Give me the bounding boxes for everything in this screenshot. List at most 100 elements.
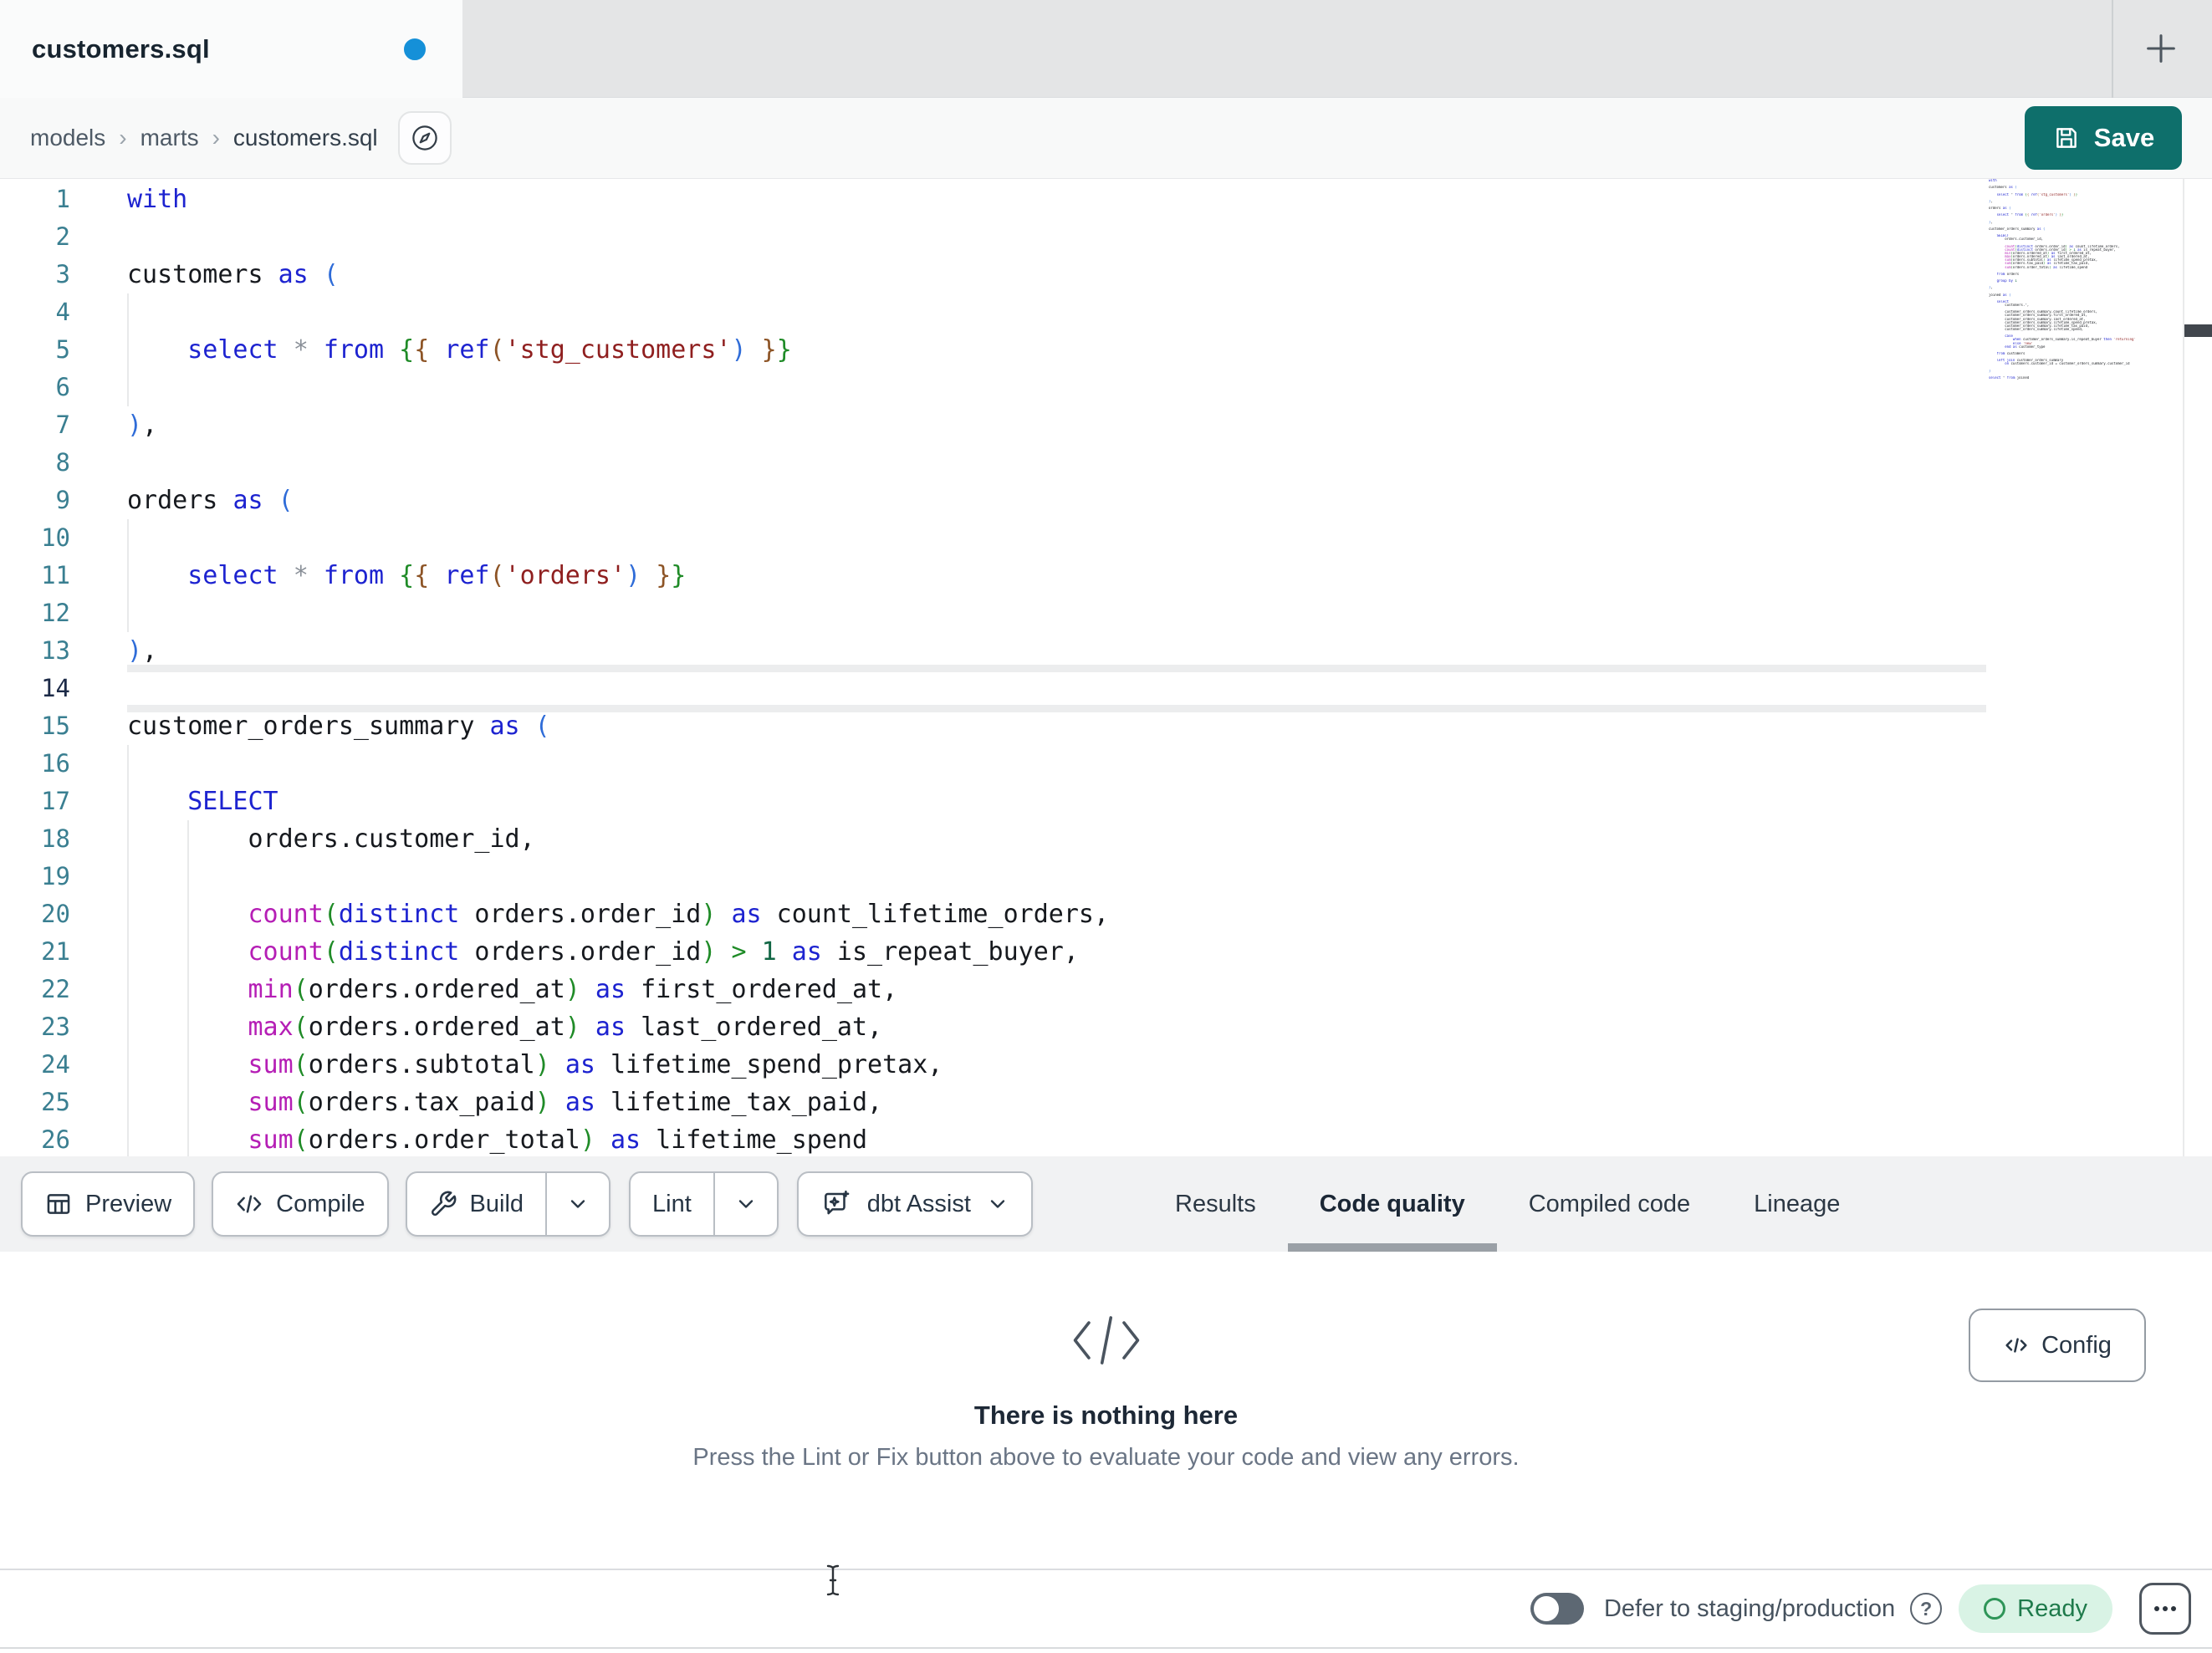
build-button-label: Build — [469, 1190, 524, 1217]
code-line[interactable]: 24 sum(orders.subtotal) as lifetime_spen… — [0, 1046, 2212, 1084]
ellipsis-icon — [2154, 1606, 2176, 1611]
build-button-main[interactable]: Build — [407, 1173, 546, 1235]
table-icon — [47, 1194, 70, 1214]
lint-split-button[interactable]: Lint — [629, 1171, 779, 1237]
line-number: 19 — [41, 862, 70, 890]
file-tab-customers-sql[interactable]: customers.sql — [0, 0, 462, 98]
line-number: 2 — [55, 222, 70, 251]
code-line[interactable]: 20 count(distinct orders.order_id) as co… — [0, 895, 2212, 933]
line-number: 20 — [41, 900, 70, 928]
code-line[interactable]: 9 orders as ( — [0, 482, 2212, 519]
save-button[interactable]: Save — [2025, 106, 2182, 170]
code-line[interactable]: 7), — [0, 406, 2212, 444]
code-lines: 1 with 2 3 customers as (4 5 select * from {{… — [0, 181, 2212, 1156]
compass-icon — [411, 125, 437, 151]
line-number: 26 — [41, 1125, 70, 1154]
plus-icon — [2147, 34, 2175, 63]
code-line[interactable]: 1 with — [0, 181, 2212, 218]
preview-button[interactable]: Preview — [21, 1171, 196, 1237]
code-line[interactable]: 17 SELECT — [0, 783, 2212, 820]
code-line[interactable]: 21 count(distinct orders.order_id) > 1 a… — [0, 933, 2212, 971]
toggle-knob — [1533, 1596, 1559, 1621]
indent-guide — [127, 519, 129, 557]
tab-lineage[interactable]: Lineage — [1722, 1156, 1872, 1252]
lint-button-label: Lint — [652, 1190, 692, 1217]
results-tab-bar: Results Code quality Compiled code Linea… — [1143, 1156, 1872, 1252]
code-line[interactable]: 26 sum(orders.order_total) as lifetime_s… — [0, 1121, 2212, 1156]
indent-guide — [127, 745, 129, 783]
code-line[interactable]: 16 — [0, 745, 2212, 783]
line-number: 5 — [55, 335, 70, 364]
code-line[interactable]: 22 min(orders.ordered_at) as first_order… — [0, 971, 2212, 1008]
code-line[interactable]: 11 select * from {{ ref('orders') }} — [0, 557, 2212, 594]
tab-code-quality[interactable]: Code quality — [1287, 1156, 1497, 1252]
results-panel: There is nothing here Press the Lint or … — [0, 1252, 2212, 1569]
build-split-button[interactable]: Build — [405, 1171, 611, 1237]
code-line[interactable]: 13), — [0, 632, 2212, 670]
status-badge: Ready — [1959, 1584, 2112, 1633]
code-line[interactable]: 23 max(orders.ordered_at) as last_ordere… — [0, 1008, 2212, 1046]
code-line-text: count(distinct orders.order_id) > 1 as i… — [248, 937, 1079, 967]
code-line[interactable]: 3 customers as ( — [0, 256, 2212, 293]
code-line[interactable]: 6 — [0, 369, 2212, 406]
compile-button[interactable]: Compile — [212, 1171, 389, 1237]
dbt-assist-button[interactable]: dbt Assist — [796, 1171, 1033, 1237]
line-number: 3 — [55, 260, 70, 288]
chevron-down-icon — [990, 1200, 1005, 1208]
code-line[interactable]: 25 sum(orders.tax_paid) as lifetime_tax_… — [0, 1084, 2212, 1121]
line-number: 22 — [41, 975, 70, 1003]
line-number: 17 — [41, 787, 70, 815]
code-line[interactable]: 18 orders.customer_id, — [0, 820, 2212, 858]
code-line-text: select * from {{ ref('stg_customers') }} — [187, 335, 792, 365]
breadcrumb-item-models[interactable]: models — [30, 125, 105, 151]
code-line[interactable]: 12 — [0, 594, 2212, 632]
file-navigate-button[interactable] — [397, 111, 452, 165]
line-number: 24 — [41, 1050, 70, 1079]
config-button[interactable]: Config — [1969, 1309, 2146, 1382]
line-number: 1 — [55, 185, 70, 213]
line-number: 23 — [41, 1013, 70, 1041]
file-tab-title: customers.sql — [32, 33, 210, 64]
save-floppy-icon — [2056, 128, 2077, 148]
code-line[interactable]: 15 customer_orders_summary as ( — [0, 707, 2212, 745]
build-dropdown-toggle[interactable] — [547, 1173, 609, 1235]
line-number: 9 — [55, 486, 70, 514]
breadcrumb-item-current-file: customers.sql — [232, 125, 378, 151]
lint-dropdown-toggle[interactable] — [715, 1173, 777, 1235]
breadcrumb-separator: › — [119, 125, 127, 151]
code-line[interactable]: 14 — [0, 670, 2212, 707]
editor-scrollbar-thumb[interactable] — [2184, 324, 2212, 337]
line-number: 13 — [41, 636, 70, 665]
tab-results[interactable]: Results — [1143, 1156, 1288, 1252]
defer-toggle[interactable] — [1530, 1593, 1584, 1625]
breadcrumb-item-marts[interactable]: marts — [140, 125, 199, 151]
line-number: 25 — [41, 1088, 70, 1116]
code-line-text: max(orders.ordered_at) as last_ordered_a… — [248, 1013, 883, 1042]
code-line-text: with — [127, 185, 188, 214]
line-number: 16 — [41, 749, 70, 778]
tab-compiled-code[interactable]: Compiled code — [1497, 1156, 1722, 1252]
chevron-down-icon — [570, 1200, 585, 1208]
lint-button-main[interactable]: Lint — [631, 1173, 713, 1235]
assist-sparkle-chat-icon — [824, 1190, 850, 1215]
code-line-text: customer_orders_summary as ( — [127, 712, 550, 741]
overflow-menu-button[interactable] — [2139, 1583, 2191, 1635]
config-button-label: Config — [2041, 1331, 2112, 1359]
new-tab-button[interactable] — [2134, 23, 2188, 74]
minimap[interactable]: with customers as ( select * from {{ ref(… — [1989, 179, 2181, 380]
code-line[interactable]: 10 — [0, 519, 2212, 557]
code-line[interactable]: 2 — [0, 218, 2212, 256]
code-line[interactable]: 8 — [0, 444, 2212, 482]
wrench-icon — [431, 1191, 456, 1216]
code-line[interactable]: 19 — [0, 858, 2212, 895]
defer-label: Defer to staging/production — [1603, 1594, 1896, 1622]
chevron-down-icon — [738, 1200, 753, 1208]
line-number: 10 — [41, 523, 70, 552]
code-line[interactable]: 4 — [0, 293, 2212, 331]
tab-bar-divider — [2112, 0, 2113, 98]
action-toolbar: Preview Compile Build Lint dbt Assist — [0, 1156, 2212, 1252]
help-icon[interactable]: ? — [1910, 1593, 1943, 1625]
code-line[interactable]: 5 select * from {{ ref('stg_customers') … — [0, 331, 2212, 369]
code-editor[interactable]: 1 with 2 3 customers as (4 5 select * from {{… — [0, 179, 2212, 1156]
line-number: 18 — [41, 824, 70, 853]
